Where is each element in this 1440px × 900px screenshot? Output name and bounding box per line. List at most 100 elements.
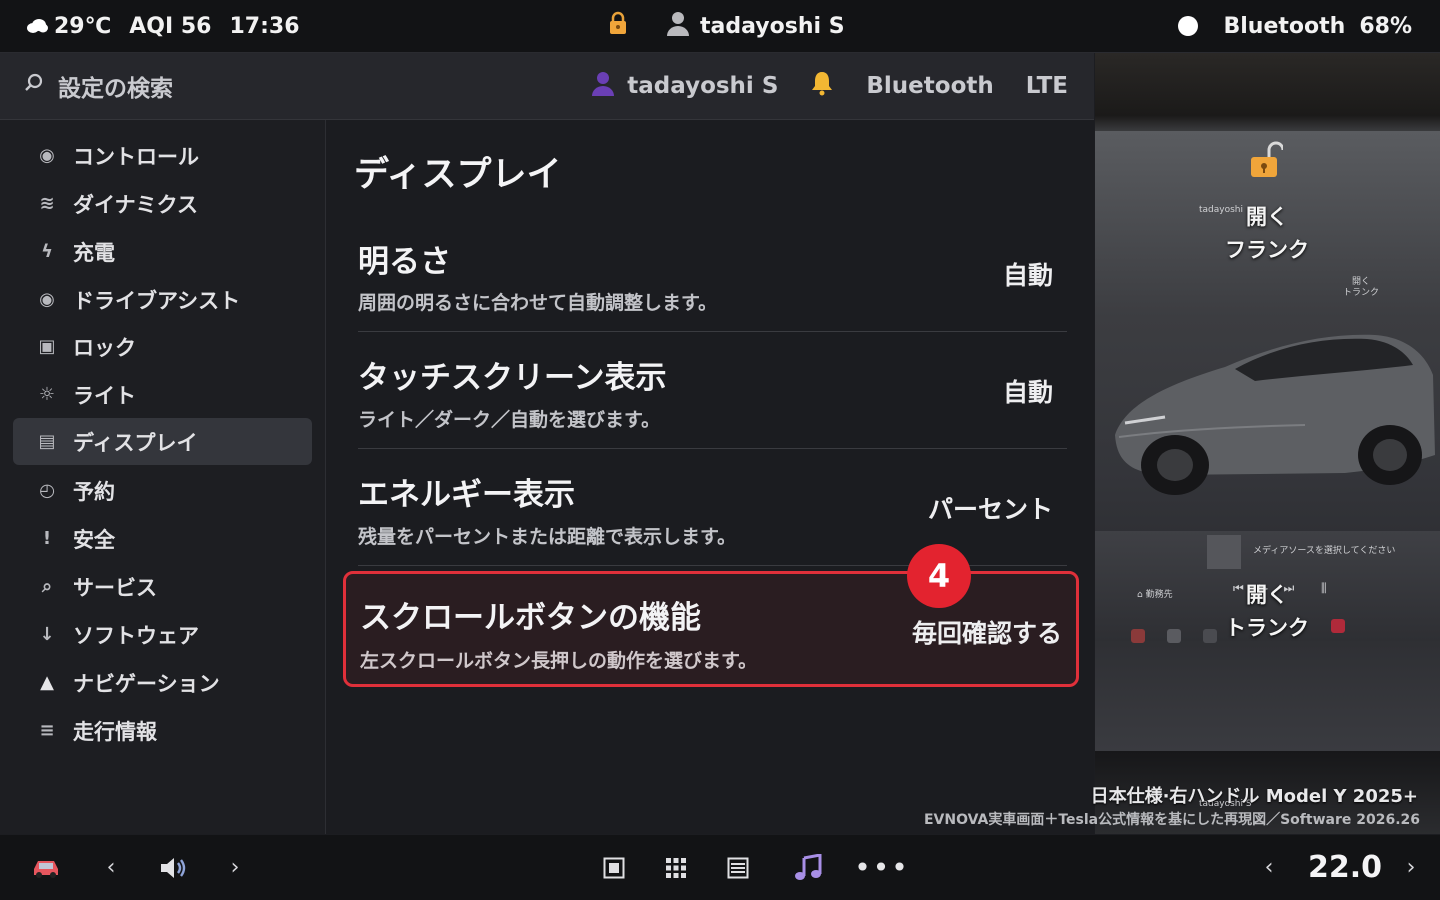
search-label: 設定の検索 [58, 76, 173, 102]
sidebar-item-label: ディスプレイ [73, 430, 198, 455]
cabin-temperature[interactable]: 22.0 [1308, 835, 1382, 900]
sidebar-item-label: ロック [73, 335, 136, 360]
bell-icon[interactable] [810, 70, 834, 102]
page-title: ディスプレイ [354, 155, 562, 195]
sidebar-item-dynamics[interactable]: ≋ ダイナミクス [13, 180, 312, 227]
sidebar-item-lights[interactable]: ☼ ライト [13, 371, 312, 418]
step-number-badge: 4 [907, 544, 971, 608]
small-trunk-line1: 開く [1352, 277, 1371, 287]
setting-value[interactable]: 毎回確認する [912, 614, 1062, 650]
sidebar-item-display[interactable]: ▤ ディスプレイ [13, 418, 312, 465]
volume-down-chevron-icon[interactable]: ‹ [100, 835, 122, 900]
download-icon: ↓ [39, 624, 55, 645]
sidebar-item-label: ライト [73, 383, 136, 408]
weather-temp: 29℃ [54, 13, 112, 39]
sidebar-item-controls[interactable]: ◉ コントロール [13, 132, 312, 179]
bottom-bar: ‹ › ••• ‹ 22.0 › [0, 835, 1440, 900]
sidebar-item-safety[interactable]: ! 安全 [13, 515, 312, 562]
open-trunk-label[interactable]: 開く トランク [1215, 579, 1319, 645]
clock: 17:36 [229, 13, 300, 39]
lock-icon[interactable] [608, 11, 628, 41]
photo-music-app-icon [1331, 619, 1345, 633]
grid-app-icon[interactable] [662, 835, 690, 900]
setting-row-touchscreen-appearance[interactable]: タッチスクリーン表示 ライト／ダーク／自動を選びます。 自動 [358, 332, 1067, 449]
setting-title: タッチスクリーン表示 [358, 360, 667, 396]
sidebar-item-charging[interactable]: ϟ 充電 [13, 228, 312, 275]
header-bluetooth[interactable]: Bluetooth [866, 73, 993, 99]
music-note-icon[interactable] [792, 835, 824, 900]
setting-row-brightness[interactable]: 明るさ 周囲の明るさに合わせて自動調整します。 自動 [358, 216, 1067, 332]
photo-app-icon [1167, 629, 1181, 643]
search-icon: ⌕ [41, 576, 53, 597]
sidebar-item-drive-assist[interactable]: ◉ ドライブアシスト [13, 276, 312, 323]
sidebar-item-navigation[interactable]: ▲ ナビゲーション [13, 659, 312, 706]
setting-value[interactable]: 自動 [1003, 373, 1053, 409]
bolt-icon: ϟ [41, 241, 53, 262]
search-box[interactable]: 設定の検索 [24, 53, 173, 119]
setting-row-energy-display[interactable]: エネルギー表示 残量をパーセントまたは距離で表示します。 パーセント [358, 449, 1067, 566]
setting-description: ライト／ダーク／自動を選びます。 [358, 409, 661, 431]
photo-media-hint: メディアソースを選択してください [1253, 546, 1396, 556]
temp-up-chevron-icon[interactable]: › [1400, 835, 1422, 900]
sidebar-item-label: コントロール [73, 144, 199, 169]
setting-title: エネルギー表示 [358, 477, 575, 513]
sidebar-item-label: ダイナミクス [73, 192, 198, 217]
sidebar-item-label: ナビゲーション [73, 671, 220, 696]
square-icon: ▣ [38, 336, 56, 357]
open-frunk-label[interactable]: 開く フランク [1215, 201, 1319, 267]
sidebar-item-label: 予約 [73, 479, 115, 504]
setting-description: 周囲の明るさに合わせて自動調整します。 [358, 292, 718, 314]
sidebar-item-label: 安全 [73, 527, 115, 552]
status-dot-icon [1177, 16, 1198, 36]
car-image [1115, 334, 1435, 495]
clock-icon: ◴ [39, 480, 55, 501]
status-bluetooth[interactable]: Bluetooth [1224, 14, 1346, 39]
photo-destination-label: 勤務先 [1145, 590, 1173, 600]
battery-level: 68% [1359, 13, 1412, 39]
photo-destination: ⌂ 勤務先 [1137, 590, 1173, 600]
frunk-line2: フランク [1225, 238, 1309, 262]
sidebar-item-schedule[interactable]: ◴ 予約 [13, 467, 312, 514]
setting-value[interactable]: 自動 [1003, 256, 1053, 292]
more-icon[interactable]: ••• [854, 835, 908, 900]
settings-header: 設定の検索 tadayoshi S Bluetooth LTE [0, 53, 1094, 120]
settings-content: ディスプレイ 明るさ 周囲の明るさに合わせて自動調整します。 自動 タッチスクリ… [326, 120, 1094, 834]
settings-sidebar: ◉ コントロール ≋ ダイナミクス ϟ 充電 ◉ ドライブアシスト ▣ ロック … [0, 120, 326, 834]
status-bar: 29℃ AQI 56 17:36 tadayoshi S Bluetooth 6… [0, 0, 1440, 53]
volume-up-chevron-icon[interactable]: › [224, 835, 246, 900]
sidebar-item-label: ソフトウェア [73, 623, 199, 648]
sidebar-item-service[interactable]: ⌕ サービス [13, 563, 312, 610]
setting-title: スクロールボタンの機能 [360, 600, 701, 636]
vehicle-photo-panel: tadayoshi 開く フランク 開く トランク メディアソースを選択してくだ… [1095, 53, 1440, 834]
sidebar-item-software[interactable]: ↓ ソフトウェア [13, 611, 312, 658]
status-user-name[interactable]: tadayoshi S [700, 14, 845, 39]
small-trunk-line2: トランク [1343, 288, 1380, 298]
car-icon[interactable] [28, 835, 64, 900]
volume-icon[interactable] [155, 835, 191, 900]
setting-row-scroll-button-function[interactable]: スクロールボタンの機能 左スクロールボタン長押しの動作を選びます。 毎回確認する [343, 571, 1079, 687]
exclamation-icon: ! [42, 528, 52, 549]
photo-album-art [1207, 535, 1241, 569]
frunk-line1: 開く [1246, 205, 1288, 229]
profile-icon [591, 70, 615, 102]
photo-caption-source: EVNOVA実車画面＋Tesla公式情報を基にした再現図／Software 20… [923, 812, 1420, 828]
photo-app-icon [1203, 629, 1217, 643]
sun-icon: ☼ [38, 384, 56, 405]
unlock-icon[interactable] [1249, 141, 1285, 183]
menu-icon: ≡ [39, 720, 55, 741]
setting-description: 残量をパーセントまたは距離で表示します。 [358, 526, 737, 548]
setting-title: 明るさ [358, 244, 451, 280]
list-app-icon[interactable] [724, 835, 752, 900]
photo-trunk-small: 開く トランク [1343, 277, 1379, 299]
header-network: LTE [1025, 73, 1068, 99]
header-user-name: tadayoshi S [627, 73, 779, 99]
sidebar-item-label: ドライブアシスト [73, 288, 241, 313]
sidebar-item-locks[interactable]: ▣ ロック [13, 323, 312, 370]
temp-down-chevron-icon[interactable]: ‹ [1258, 835, 1280, 900]
sidebar-item-trips[interactable]: ≡ 走行情報 [13, 707, 312, 754]
controls-app-icon[interactable] [600, 835, 628, 900]
trunk-line1: 開く [1246, 583, 1288, 607]
header-user[interactable]: tadayoshi S [591, 70, 778, 102]
search-icon [24, 73, 44, 99]
setting-value[interactable]: パーセント [928, 490, 1053, 526]
